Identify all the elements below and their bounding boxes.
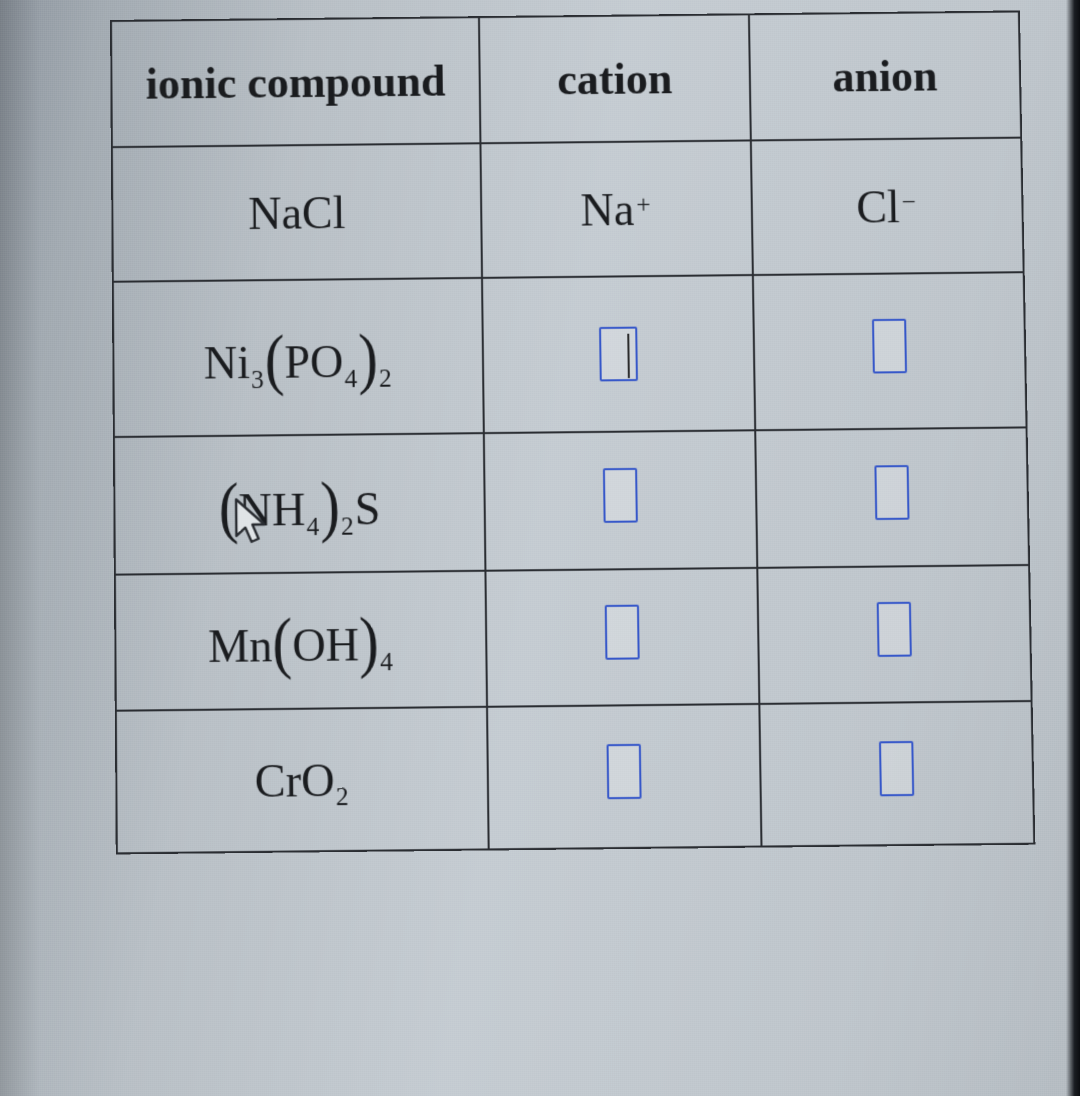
symbol-mn: Mn (208, 623, 273, 670)
symbol-na: Na (248, 190, 302, 237)
ion-cl-minus: Cl− (856, 183, 919, 230)
ionic-compound-table: ionic compound cation anion NaCl Na+ (110, 10, 1035, 854)
rparen-icon: ) (359, 608, 379, 677)
cation-input[interactable] (607, 743, 642, 798)
formula-nh42s: (NH4)2S (218, 473, 380, 534)
left-shadow (0, 0, 40, 1096)
table-row: Ni3(PO4)2 (113, 272, 1027, 437)
ionic-compound-table-wrap: ionic compound cation anion NaCl Na+ (110, 10, 1035, 854)
formula-mnoh4: Mn(OH)4 (208, 608, 394, 670)
symbol-oh: OH (292, 622, 359, 669)
anion-input[interactable] (874, 465, 909, 520)
rparen-icon: ) (320, 473, 340, 542)
anion-input[interactable] (872, 318, 907, 373)
cation-cell (487, 704, 761, 850)
anion-input[interactable] (879, 740, 914, 795)
subscript-3: 3 (250, 368, 265, 394)
subscript-2: 2 (335, 785, 350, 811)
anion-cell (753, 272, 1027, 430)
compound-cell: (NH4)2S (114, 433, 486, 575)
subscript-4: 4 (379, 650, 394, 676)
ion-na-plus: Na+ (580, 186, 653, 233)
cation-cell: Na+ (480, 140, 752, 277)
cation-input[interactable] (605, 604, 640, 659)
anion-cell (757, 565, 1031, 704)
cation-input[interactable] (599, 326, 638, 381)
table-row: NaCl Na+ Cl− (112, 138, 1024, 282)
lparen-icon: ( (272, 608, 292, 677)
symbol-cl: Cl (856, 184, 900, 231)
formula-cro2: CrO2 (254, 757, 349, 805)
cation-cell (485, 568, 759, 707)
subscript-2: 2 (378, 366, 393, 392)
header-ionic-compound: ionic compound (111, 17, 480, 147)
table-row: (NH4)2S (114, 427, 1029, 574)
symbol-na: Na (580, 186, 634, 233)
lparen-icon: ( (218, 474, 238, 543)
table-header-row: ionic compound cation anion (111, 11, 1021, 147)
cation-input[interactable] (603, 467, 638, 522)
table-row: Mn(OH)4 (115, 565, 1032, 711)
cation-cell (482, 275, 755, 433)
charge-minus: − (899, 190, 918, 216)
rparen-icon: ) (358, 324, 378, 392)
symbol-cr: Cr (254, 757, 301, 804)
cation-cell (484, 430, 757, 570)
charge-plus: + (634, 193, 653, 219)
header-cation: cation (479, 14, 751, 143)
lparen-icon: ( (264, 325, 284, 393)
symbol-po: PO (284, 339, 344, 386)
table-row: CrO2 (116, 701, 1034, 853)
anion-cell: Cl− (751, 138, 1024, 275)
anion-cell (755, 427, 1029, 567)
symbol-cl: Cl (302, 189, 346, 236)
right-edge-shadow (1066, 0, 1080, 1096)
symbol-ni: Ni (204, 340, 251, 387)
subscript-2: 2 (340, 515, 355, 541)
compound-cell: Ni3(PO4)2 (113, 278, 484, 437)
symbol-nh: NH (238, 487, 305, 534)
compound-cell: CrO2 (116, 707, 489, 854)
anion-input[interactable] (877, 601, 912, 656)
subscript-4: 4 (344, 367, 359, 393)
symbol-o: O (301, 757, 335, 804)
formula-nacl: NaCl (248, 189, 346, 236)
formula-ni3po42: Ni3(PO4)2 (204, 325, 393, 386)
compound-cell: Mn(OH)4 (115, 571, 487, 711)
anion-cell (759, 701, 1034, 847)
compound-cell: NaCl (112, 143, 482, 281)
header-anion: anion (749, 11, 1021, 140)
symbol-s: S (354, 486, 380, 533)
subscript-4: 4 (305, 515, 320, 541)
text-caret-icon (627, 333, 630, 377)
